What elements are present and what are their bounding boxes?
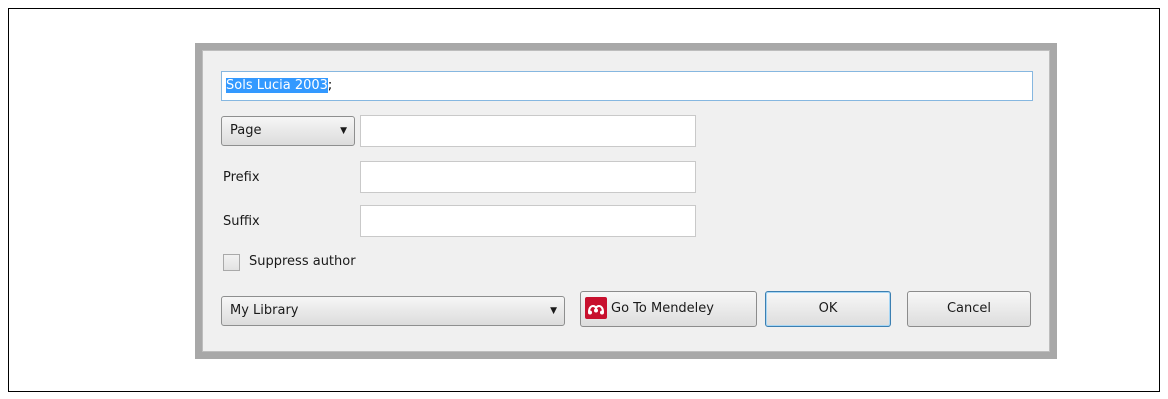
library-value: My Library bbox=[230, 303, 299, 318]
ok-button[interactable]: OK bbox=[765, 291, 891, 327]
chevron-down-icon: ▼ bbox=[340, 126, 347, 136]
citation-selected-text: Sols Lucia 2003 bbox=[226, 78, 328, 93]
prefix-input[interactable] bbox=[360, 161, 696, 193]
suppress-author-checkbox[interactable] bbox=[223, 254, 240, 271]
prefix-label: Prefix bbox=[223, 170, 260, 185]
locator-type-dropdown[interactable]: Page ▼ bbox=[221, 116, 355, 146]
chevron-down-icon: ▼ bbox=[550, 306, 557, 316]
go-to-mendeley-label: Go To Mendeley bbox=[611, 301, 714, 316]
mendeley-logo-icon bbox=[585, 296, 607, 319]
suppress-author-label[interactable]: Suppress author bbox=[249, 254, 356, 269]
library-dropdown[interactable]: My Library ▼ bbox=[221, 296, 565, 326]
citation-text-field[interactable]: Sols Lucia 2003; bbox=[221, 71, 1033, 101]
locator-type-value: Page bbox=[230, 123, 262, 138]
locator-value-input[interactable] bbox=[360, 115, 696, 147]
dialog-body: Sols Lucia 2003; Page ▼ Prefix Suffix Su… bbox=[202, 50, 1050, 352]
suffix-label: Suffix bbox=[223, 214, 260, 229]
citation-trailing-text: ; bbox=[327, 78, 333, 93]
citation-dialog: Sols Lucia 2003; Page ▼ Prefix Suffix Su… bbox=[195, 43, 1057, 359]
cancel-button[interactable]: Cancel bbox=[907, 291, 1031, 327]
window-frame: Sols Lucia 2003; Page ▼ Prefix Suffix Su… bbox=[8, 8, 1160, 392]
go-to-mendeley-button[interactable]: Go To Mendeley bbox=[580, 291, 757, 327]
suffix-input[interactable] bbox=[360, 205, 696, 237]
